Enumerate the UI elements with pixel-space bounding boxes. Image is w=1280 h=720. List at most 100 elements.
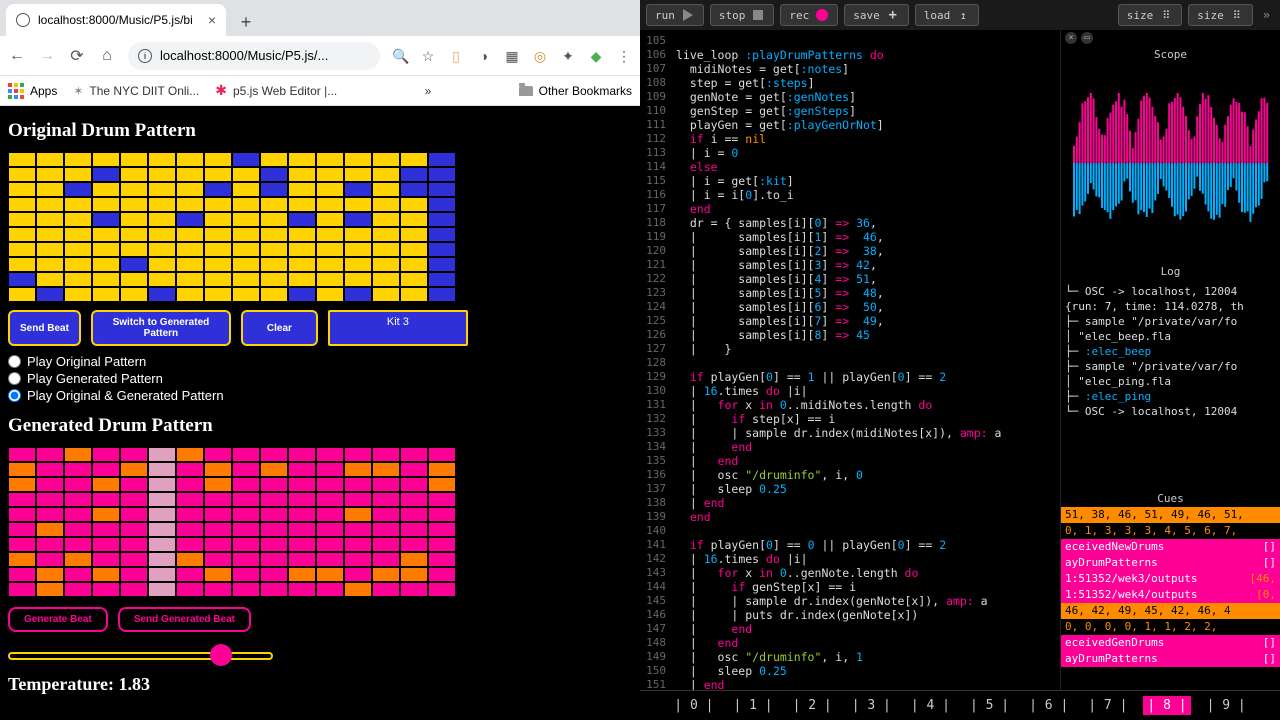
grid-cell[interactable]	[260, 227, 288, 242]
grid-cell[interactable]	[176, 507, 204, 522]
grid-cell[interactable]	[120, 492, 148, 507]
buffer-tab-9[interactable]: | 9 |	[1203, 696, 1250, 715]
grid-cell[interactable]	[344, 522, 372, 537]
grid-cell[interactable]	[120, 462, 148, 477]
buffer-tab-8[interactable]: | 8 |	[1143, 696, 1190, 715]
grid-cell[interactable]	[8, 197, 36, 212]
grid-cell[interactable]	[232, 537, 260, 552]
grid-cell[interactable]	[400, 537, 428, 552]
grid-cell[interactable]	[176, 257, 204, 272]
grid-cell[interactable]	[260, 567, 288, 582]
grid-cell[interactable]	[148, 537, 176, 552]
grid-cell[interactable]	[176, 537, 204, 552]
grid-cell[interactable]	[372, 552, 400, 567]
ext3-icon[interactable]: ◎	[532, 48, 548, 64]
grid-cell[interactable]	[92, 182, 120, 197]
grid-cell[interactable]	[92, 522, 120, 537]
grid-cell[interactable]	[400, 257, 428, 272]
grid-cell[interactable]	[36, 507, 64, 522]
grid-cell[interactable]	[400, 552, 428, 567]
grid-cell[interactable]	[176, 462, 204, 477]
grid-cell[interactable]	[36, 287, 64, 302]
grid-cell[interactable]	[400, 567, 428, 582]
grid-cell[interactable]	[176, 567, 204, 582]
grid-cell[interactable]	[344, 197, 372, 212]
grid-cell[interactable]	[120, 182, 148, 197]
grid-cell[interactable]	[428, 152, 456, 167]
grid-cell[interactable]	[400, 272, 428, 287]
grid-cell[interactable]	[232, 507, 260, 522]
grid-cell[interactable]	[92, 447, 120, 462]
grid-cell[interactable]	[64, 167, 92, 182]
panel-window-controls[interactable]: ×▭	[1061, 30, 1280, 46]
grid-cell[interactable]	[372, 492, 400, 507]
grid-cell[interactable]	[428, 287, 456, 302]
grid-cell[interactable]	[400, 447, 428, 462]
grid-cell[interactable]	[316, 152, 344, 167]
grid-cell[interactable]	[204, 197, 232, 212]
grid-cell[interactable]	[64, 552, 92, 567]
grid-cell[interactable]	[204, 492, 232, 507]
grid-cell[interactable]	[316, 477, 344, 492]
grid-cell[interactable]	[204, 182, 232, 197]
grid-cell[interactable]	[428, 242, 456, 257]
new-tab-button[interactable]: +	[232, 8, 260, 36]
grid-cell[interactable]	[428, 212, 456, 227]
grid-cell[interactable]	[316, 447, 344, 462]
grid-cell[interactable]	[120, 287, 148, 302]
grid-cell[interactable]	[316, 182, 344, 197]
grid-cell[interactable]	[344, 447, 372, 462]
grid-cell[interactable]	[372, 582, 400, 597]
grid-cell[interactable]	[148, 462, 176, 477]
grid-cell[interactable]	[288, 242, 316, 257]
grid-cell[interactable]	[64, 507, 92, 522]
grid-cell[interactable]	[92, 227, 120, 242]
grid-cell[interactable]	[232, 477, 260, 492]
grid-cell[interactable]	[204, 537, 232, 552]
grid-cell[interactable]	[8, 567, 36, 582]
grid-cell[interactable]	[428, 257, 456, 272]
site-info-icon[interactable]: i	[138, 49, 152, 63]
grid-cell[interactable]	[8, 212, 36, 227]
generate-beat-button[interactable]: Generate Beat	[8, 607, 108, 632]
grid-cell[interactable]	[372, 197, 400, 212]
grid-cell[interactable]	[120, 537, 148, 552]
grid-cell[interactable]	[148, 492, 176, 507]
rec-button[interactable]: rec	[780, 4, 838, 26]
grid-cell[interactable]	[8, 242, 36, 257]
grid-cell[interactable]	[36, 552, 64, 567]
grid-cell[interactable]	[344, 582, 372, 597]
grid-cell[interactable]	[176, 182, 204, 197]
grid-cell[interactable]	[260, 287, 288, 302]
grid-cell[interactable]	[288, 287, 316, 302]
grid-cell[interactable]	[288, 152, 316, 167]
grid-cell[interactable]	[344, 212, 372, 227]
bookmark-p5[interactable]: ✱ p5.js Web Editor |...	[215, 82, 337, 99]
grid-cell[interactable]	[36, 537, 64, 552]
grid-cell[interactable]	[232, 152, 260, 167]
grid-cell[interactable]	[344, 287, 372, 302]
grid-cell[interactable]	[148, 182, 176, 197]
grid-cell[interactable]	[148, 552, 176, 567]
menu-icon[interactable]: ⋮	[616, 48, 632, 64]
grid-cell[interactable]	[176, 522, 204, 537]
grid-cell[interactable]	[8, 182, 36, 197]
grid-cell[interactable]	[120, 582, 148, 597]
grid-cell[interactable]	[204, 552, 232, 567]
buffer-tab-7[interactable]: | 7 |	[1084, 696, 1131, 715]
grid-cell[interactable]	[428, 522, 456, 537]
grid-cell[interactable]	[64, 537, 92, 552]
grid-cell[interactable]	[316, 552, 344, 567]
reader-icon[interactable]: ▯	[448, 48, 464, 64]
grid-cell[interactable]	[428, 492, 456, 507]
grid-cell[interactable]	[120, 257, 148, 272]
grid-cell[interactable]	[64, 272, 92, 287]
grid-cell[interactable]	[428, 182, 456, 197]
grid-cell[interactable]	[232, 447, 260, 462]
grid-cell[interactable]	[148, 167, 176, 182]
grid-cell[interactable]	[260, 212, 288, 227]
grid-cell[interactable]	[120, 242, 148, 257]
grid-cell[interactable]	[8, 257, 36, 272]
grid-cell[interactable]	[36, 272, 64, 287]
grid-cell[interactable]	[372, 167, 400, 182]
